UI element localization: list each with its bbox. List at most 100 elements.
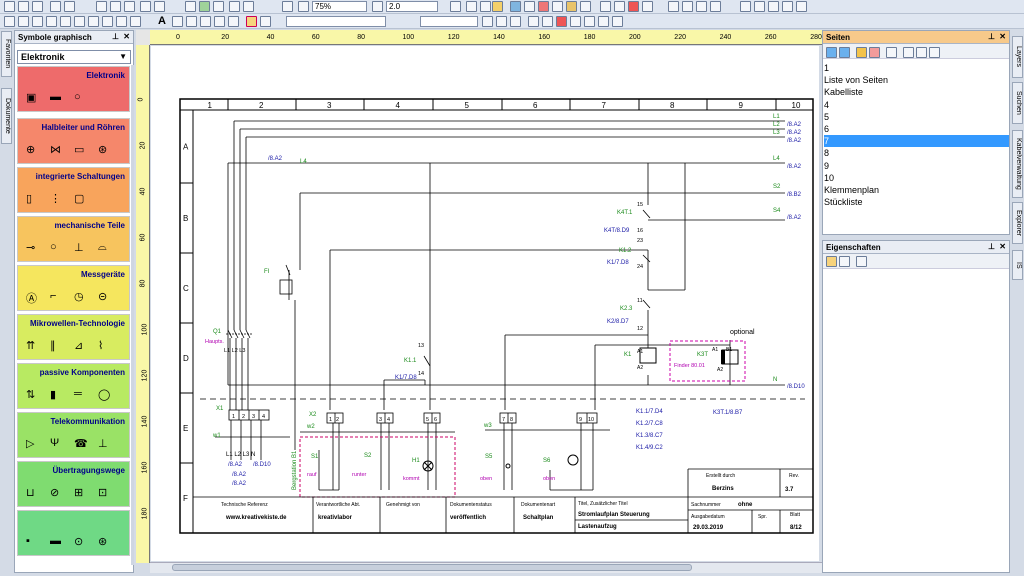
- schematic-label: FI: [264, 269, 270, 275]
- pin-icon[interactable]: ⊥: [988, 32, 995, 41]
- right-tab-kabelverwaltung[interactable]: Kabelverwaltung: [1012, 130, 1023, 198]
- delete-page-icon[interactable]: [869, 47, 880, 58]
- rename-page-icon[interactable]: [886, 47, 897, 58]
- scroll-thumb[interactable]: [172, 564, 692, 571]
- pages-toolbar: [823, 44, 1009, 59]
- page-list-item[interactable]: Kabelliste: [824, 86, 1009, 98]
- column-label: 1: [208, 101, 213, 110]
- page-list-item[interactable]: 1: [824, 62, 1009, 74]
- schematic-label: 14: [418, 371, 424, 377]
- schematic-label: kreativlabor: [318, 515, 353, 521]
- column-label: 8: [670, 101, 675, 110]
- schematic-label: K1/7.D8: [395, 375, 417, 381]
- schematic-label: B1: [726, 347, 732, 353]
- arrow-down-icon[interactable]: [839, 47, 850, 58]
- schematic-label: oben: [543, 476, 555, 482]
- sort-az-icon[interactable]: [839, 256, 850, 267]
- line-label: L4: [300, 159, 307, 165]
- column-label: 9: [739, 101, 744, 110]
- schematic-label: Haupts.: [205, 339, 224, 345]
- schematic-label: optional: [730, 329, 755, 336]
- schematic-label: Spr.: [758, 514, 767, 520]
- page-list-icon[interactable]: [903, 47, 914, 58]
- schematic-label: 23: [637, 238, 643, 244]
- right-tab-layers[interactable]: Layers: [1012, 36, 1023, 78]
- page-list-item[interactable]: 8: [824, 147, 1009, 159]
- schematic-label: Sachnummer: [691, 502, 721, 508]
- schematic-label: Lastenaufzug: [578, 524, 617, 530]
- line-reference: /8.D10: [787, 384, 805, 390]
- line-label: S4: [773, 208, 781, 214]
- line-label: L1: [773, 114, 780, 120]
- close-icon[interactable]: ✕: [999, 242, 1006, 251]
- page-list-item[interactable]: Liste von Seiten: [824, 74, 1009, 86]
- page-list-item[interactable]: Klemmenplan: [824, 184, 1009, 196]
- schematic-label: Ausgabedatum: [691, 514, 725, 520]
- line-reference: /8.B2: [787, 192, 802, 198]
- schematic-label: Schaltplan: [523, 515, 554, 521]
- pages-panel-title: Seiten ⊥ ✕: [823, 31, 1009, 44]
- row-label: F: [183, 494, 188, 503]
- schematic-label: ohne: [738, 502, 753, 508]
- page-list-item[interactable]: 10: [824, 172, 1009, 184]
- right-tab-suchen[interactable]: Suchen: [1012, 82, 1023, 124]
- properties-title-text: Eigenschaften: [826, 243, 881, 252]
- terminal-number: 10: [588, 417, 594, 423]
- page-list-item[interactable]: 6: [824, 123, 1009, 135]
- contact-reference: K1.2/7.C8: [636, 421, 663, 427]
- schematic-label: Dokumentenart: [521, 502, 556, 508]
- schematic-label: Blatt: [790, 512, 801, 518]
- right-tab-is[interactable]: IS: [1012, 250, 1023, 280]
- page-list-item[interactable]: 4: [824, 99, 1009, 111]
- line-reference: /8.A2: [787, 122, 802, 128]
- page-list-item[interactable]: 9: [824, 160, 1009, 172]
- row-label: A: [183, 143, 189, 152]
- schematic-label: L1 L2 L3: [224, 348, 245, 354]
- schematic-label: 15: [637, 202, 643, 208]
- terminal-number: 9: [579, 417, 582, 423]
- column-label: 6: [533, 101, 538, 110]
- copy-page-icon[interactable]: [916, 47, 927, 58]
- categorized-icon[interactable]: [826, 256, 837, 267]
- line-reference: /8.A2: [787, 138, 802, 144]
- schematic-label: 29.03.2019: [693, 525, 724, 531]
- column-label: 10: [792, 101, 801, 110]
- schematic-label: Q1: [213, 329, 222, 335]
- pin-icon[interactable]: ⊥: [988, 242, 995, 251]
- line-reference: /8.A2: [268, 156, 283, 162]
- schematic-label: Titel, Zusätzlicher Titel: [578, 501, 628, 507]
- line-reference: /8.A2: [787, 130, 802, 136]
- schematic-label: K1.1: [404, 358, 417, 364]
- contact-reference: K1.1/7.D4: [636, 409, 663, 415]
- schematic-label: /8.A2: [232, 472, 247, 478]
- page-settings-icon[interactable]: [929, 47, 940, 58]
- schematic-label: w3: [483, 423, 492, 429]
- terminal-number: 6: [434, 417, 437, 423]
- terminal-number: 7: [502, 417, 505, 423]
- terminal-number: 1: [232, 414, 235, 420]
- page-list-item[interactable]: Stückliste: [824, 196, 1009, 208]
- row-label: D: [183, 354, 189, 363]
- property-pages-icon[interactable]: [856, 256, 867, 267]
- arrow-up-icon[interactable]: [826, 47, 837, 58]
- page-list-item[interactable]: 7: [824, 135, 1009, 148]
- schematic-label: K2.3: [620, 306, 633, 312]
- schematic-label: Verantwortliche Abt.: [316, 502, 360, 508]
- close-icon[interactable]: ✕: [999, 32, 1006, 41]
- schematic-label: S5: [485, 454, 493, 460]
- page-list-item[interactable]: 5: [824, 111, 1009, 123]
- schematic-label: w2: [306, 424, 315, 430]
- schematic-label: K4T/8.D9: [604, 228, 630, 234]
- schematic-label: H1: [412, 458, 420, 464]
- properties-panel: Eigenschaften ⊥ ✕: [822, 240, 1010, 573]
- bergstation-label: Bergstation B1: [292, 450, 298, 490]
- terminal-number: 5: [426, 417, 429, 423]
- schematic-label: w1: [212, 433, 221, 439]
- terminal-number: 2: [336, 417, 339, 423]
- schematic-label: A1: [712, 347, 718, 353]
- schematic-label: 24: [637, 264, 643, 270]
- right-tab-explorer[interactable]: Explorer: [1012, 202, 1023, 244]
- add-page-icon[interactable]: [856, 47, 867, 58]
- pages-title-text: Seiten: [826, 33, 851, 42]
- schematic-label: K1: [624, 352, 632, 358]
